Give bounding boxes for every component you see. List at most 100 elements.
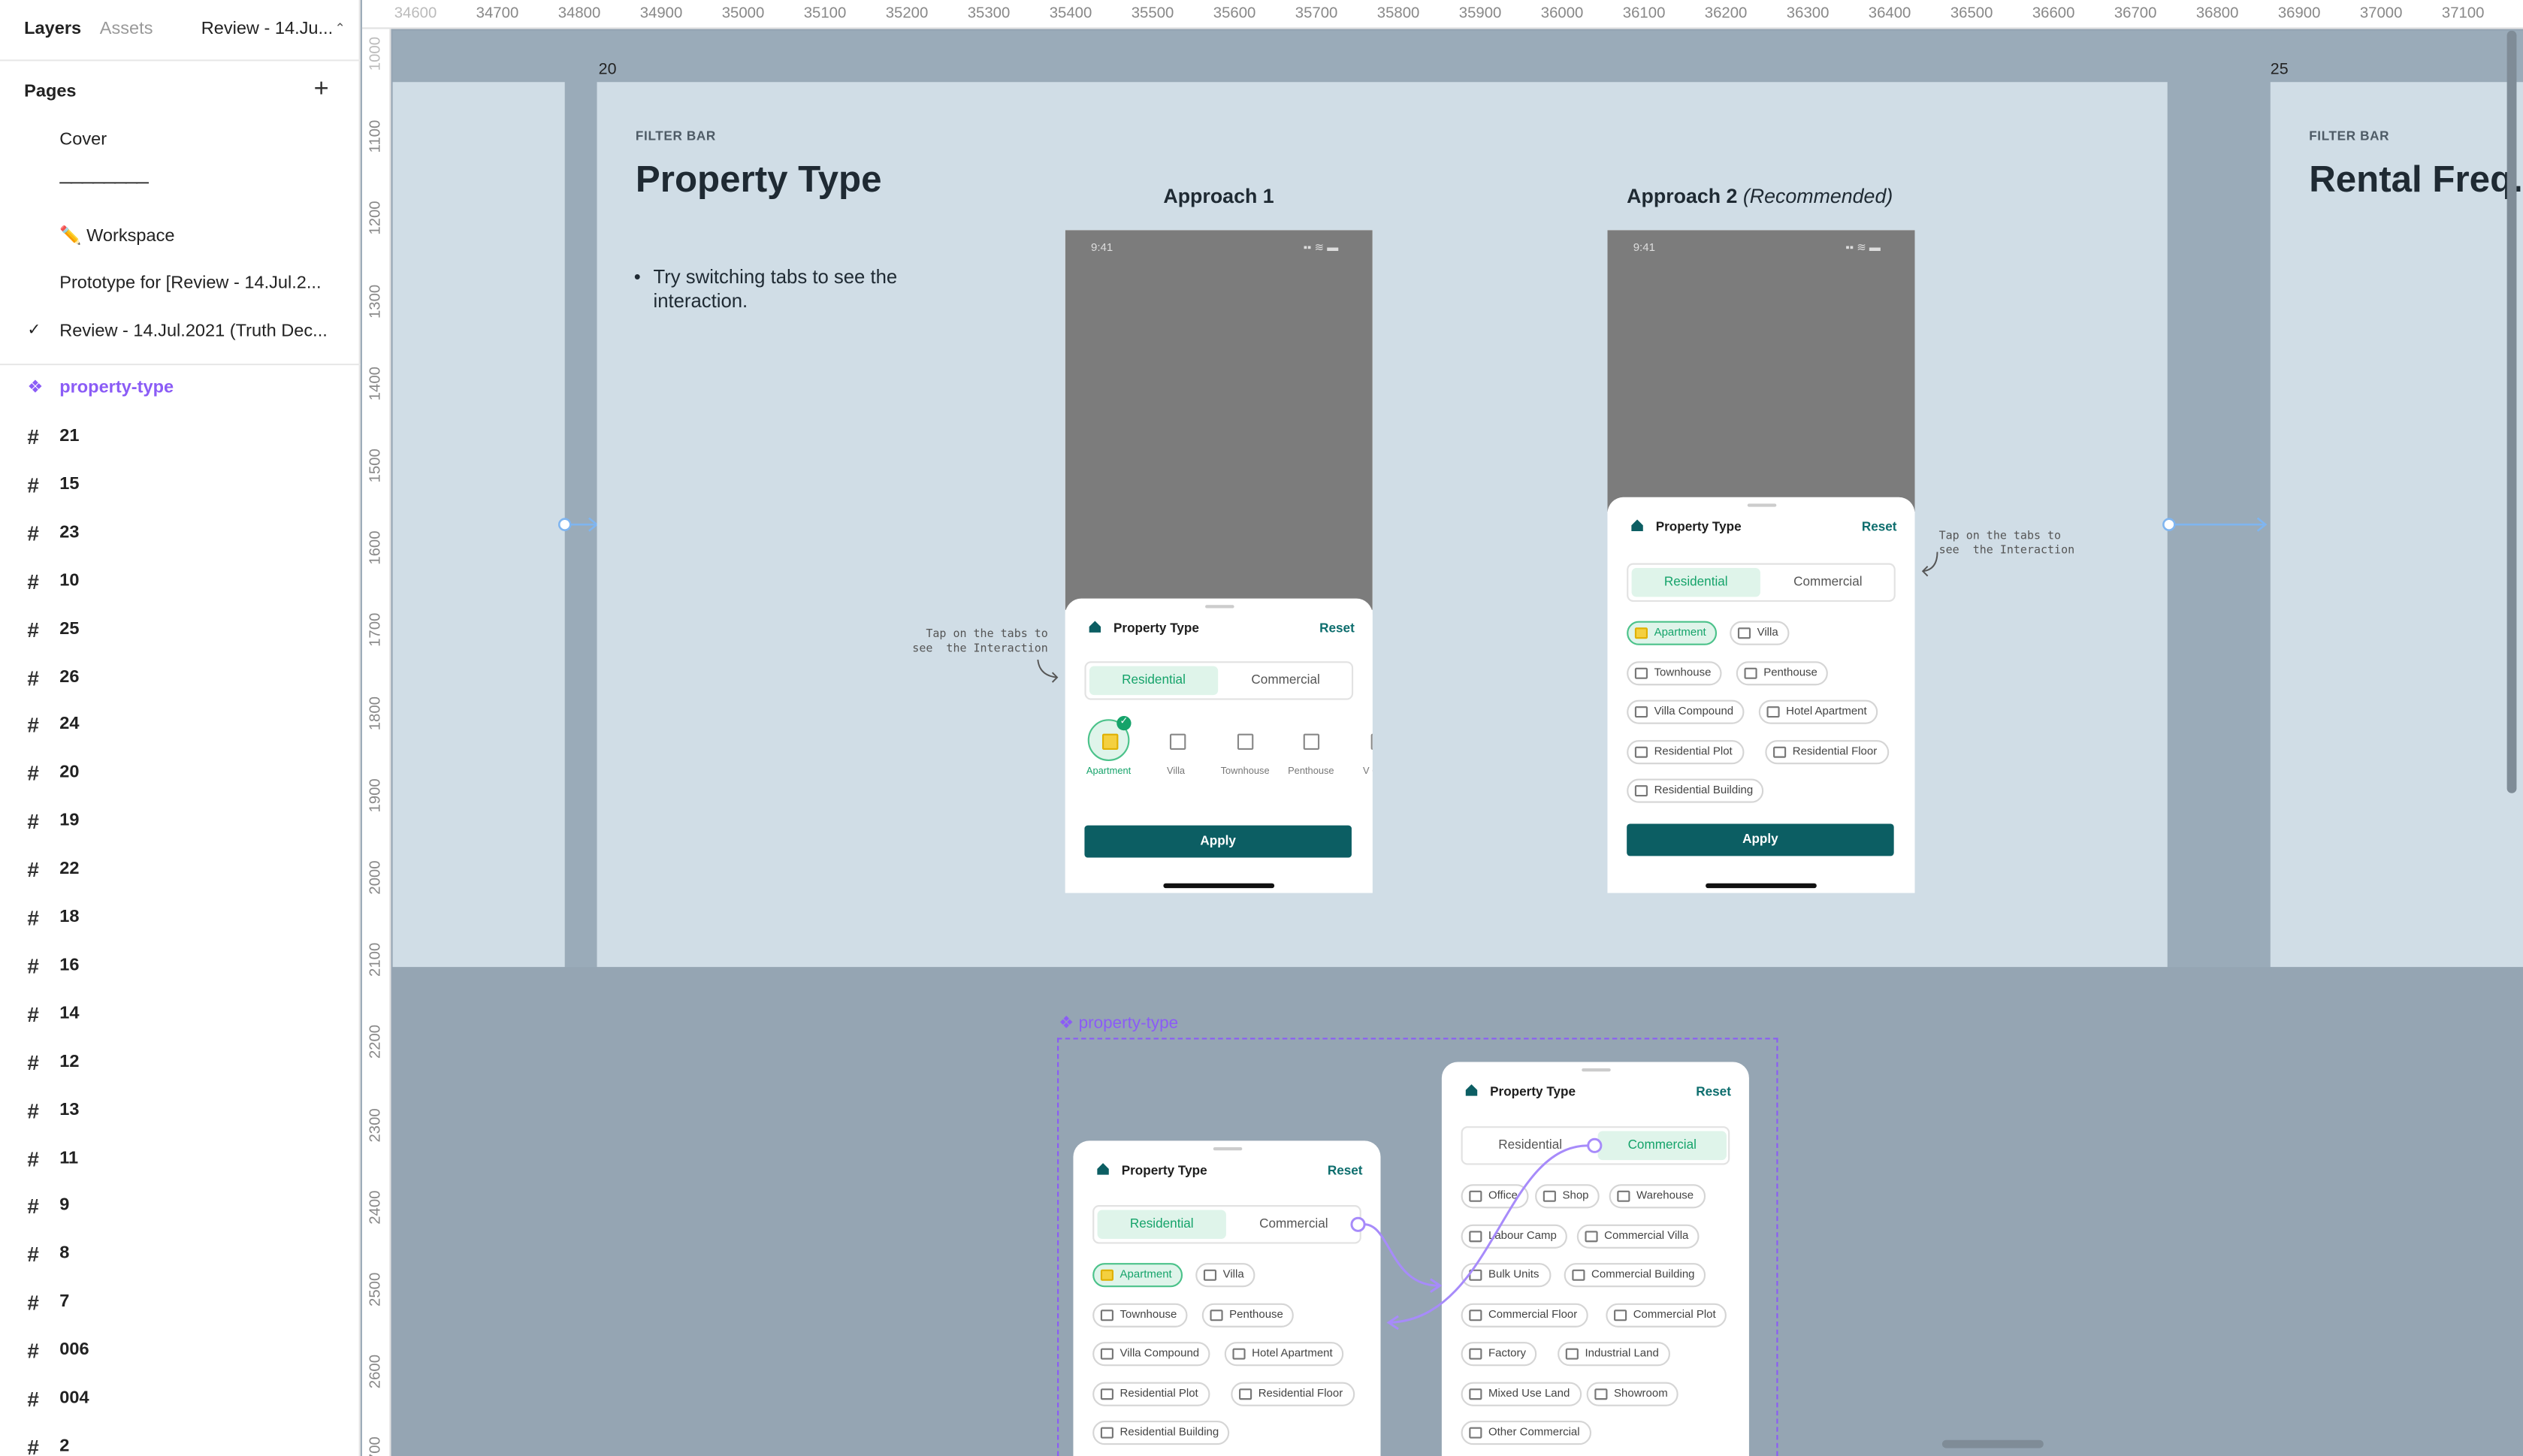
property-type-chip[interactable]: Residential Plot — [1092, 1381, 1210, 1406]
layer-frame[interactable]: #23 — [0, 516, 361, 548]
property-type-option[interactable]: V Com — [1355, 719, 1373, 777]
property-type-chip[interactable]: Residential Plot — [1627, 739, 1744, 764]
property-type-chip[interactable]: Penthouse — [1736, 660, 1829, 685]
grab-handle[interactable] — [1582, 1068, 1611, 1072]
property-type-option[interactable]: Penthouse — [1288, 719, 1334, 777]
property-type-chip[interactable]: Residential Building — [1092, 1421, 1231, 1445]
layer-frame[interactable]: #15 — [0, 468, 361, 500]
reset-button[interactable]: Reset — [1696, 1084, 1731, 1098]
tab-commercial[interactable]: Commercial — [1763, 568, 1892, 597]
tab-layers[interactable]: Layers — [24, 20, 81, 39]
reset-button[interactable]: Reset — [1319, 621, 1355, 636]
layer-frame[interactable]: #13 — [0, 1093, 361, 1125]
component-set-label[interactable]: ❖ property-type — [1059, 1013, 1178, 1033]
layer-frame[interactable]: #12 — [0, 1045, 361, 1077]
ruler-tick: 2700 — [367, 1436, 385, 1456]
reset-button[interactable]: Reset — [1862, 520, 1897, 534]
layer-component-property-type[interactable]: ❖ property-type — [0, 372, 361, 404]
frame-previous[interactable] — [392, 82, 565, 968]
property-type-chip[interactable]: Commercial Plot — [1606, 1302, 1727, 1327]
property-type-chip[interactable]: Showroom — [1586, 1381, 1679, 1406]
add-page-icon[interactable]: + — [314, 77, 329, 102]
apply-button[interactable]: Apply — [1627, 823, 1894, 856]
prototype-link-icon[interactable] — [2158, 512, 2271, 537]
frame-icon: # — [27, 1146, 39, 1171]
page-cover[interactable]: Cover — [59, 130, 107, 150]
property-type-option[interactable]: Townhouse — [1221, 719, 1270, 777]
property-type-chip[interactable]: Apartment — [1092, 1263, 1183, 1288]
frame-label[interactable]: 20 — [599, 61, 617, 79]
page-review-current[interactable]: Review - 14.Jul.2021 (Truth Dec... — [59, 322, 328, 341]
property-type-chip[interactable]: Townhouse — [1092, 1302, 1189, 1327]
property-type-chip[interactable]: Hotel Apartment — [1224, 1342, 1344, 1367]
interaction-connector[interactable] — [1342, 1125, 1615, 1334]
property-type-chip[interactable]: Residential Floor — [1765, 739, 1889, 764]
frame-rental-frequency[interactable]: FILTER BAR Rental Freq... — [2270, 82, 2523, 968]
tab-commercial[interactable]: Commercial — [1229, 1210, 1358, 1239]
vertical-scrollbar[interactable] — [2506, 30, 2517, 793]
tab-commercial[interactable]: Commercial — [1221, 666, 1349, 696]
page-prototype[interactable]: Prototype for [Review - 14.Jul.2... — [59, 273, 321, 293]
horizontal-scrollbar[interactable] — [1941, 1439, 2044, 1448]
grab-handle[interactable] — [1205, 605, 1234, 609]
property-type-chip[interactable]: Villa Compound — [1092, 1342, 1211, 1367]
property-type-chip[interactable]: Penthouse — [1201, 1302, 1295, 1327]
layer-frame[interactable]: #25 — [0, 612, 361, 645]
layer-frame[interactable]: #11 — [0, 1141, 361, 1174]
property-type-chip[interactable]: Other Commercial — [1461, 1421, 1591, 1445]
property-type-chip[interactable]: Residential Floor — [1231, 1381, 1355, 1406]
grab-handle[interactable] — [1747, 503, 1777, 507]
property-type-chip[interactable]: Warehouse — [1609, 1184, 1706, 1209]
layer-frame[interactable]: #21 — [0, 420, 361, 452]
property-type-chip[interactable]: Residential Building — [1627, 778, 1765, 803]
layer-frame[interactable]: #20 — [0, 757, 361, 789]
tab-residential[interactable]: Residential — [1089, 666, 1219, 696]
frame-icon: # — [27, 1001, 39, 1026]
variant-residential[interactable]: Property Type Reset Residential Commerci… — [1073, 1140, 1381, 1456]
check-icon: ✓ — [27, 322, 41, 340]
property-type-chip[interactable]: Villa — [1195, 1263, 1255, 1288]
property-type-chip[interactable]: Villa Compound — [1627, 699, 1745, 724]
property-type-chip[interactable]: Factory — [1461, 1342, 1537, 1367]
property-type-chip[interactable]: Apartment — [1627, 621, 1718, 645]
layer-frame[interactable]: #19 — [0, 805, 361, 837]
layer-frame[interactable]: #8 — [0, 1238, 361, 1270]
layer-frame[interactable]: #24 — [0, 708, 361, 741]
layer-frame[interactable]: #7 — [0, 1286, 361, 1319]
layer-frame[interactable]: #9 — [0, 1189, 361, 1222]
page-divider[interactable]: ──────── — [59, 174, 149, 193]
property-type-chip[interactable]: Industrial Land — [1558, 1342, 1670, 1367]
frame-label[interactable]: 25 — [2271, 61, 2289, 79]
phone-approach2[interactable]: 9:41 ▪▪ ≋ ▬ Property Type Reset Resident… — [1607, 230, 1915, 893]
property-type-chip[interactable]: Hotel Apartment — [1758, 699, 1878, 724]
property-type-option[interactable]: Villa — [1153, 719, 1198, 777]
property-type-chip[interactable]: Mixed Use Land — [1461, 1381, 1582, 1406]
property-type-option[interactable]: ✓ Apartment — [1086, 716, 1132, 777]
frame-property-type[interactable]: FILTER BAR Property Type • Try switching… — [597, 82, 2168, 968]
layer-frame[interactable]: #14 — [0, 997, 361, 1029]
layer-frame[interactable]: #2 — [0, 1430, 361, 1456]
chevron-up-icon[interactable]: ⌃ — [334, 21, 345, 35]
layer-frame[interactable]: #22 — [0, 853, 361, 885]
layer-label: 25 — [59, 618, 80, 639]
layer-frame[interactable]: #18 — [0, 901, 361, 933]
property-type-chip[interactable]: Villa — [1730, 621, 1790, 645]
page-selector[interactable]: Review - 14.Ju... — [201, 20, 333, 39]
frame-icon: # — [27, 1194, 39, 1219]
layer-frame[interactable]: #006 — [0, 1334, 361, 1367]
grab-handle[interactable] — [1213, 1146, 1243, 1151]
tab-residential[interactable]: Residential — [1631, 567, 1760, 597]
layer-frame[interactable]: #26 — [0, 660, 361, 693]
tab-commercial[interactable]: Commercial — [1597, 1131, 1727, 1161]
property-type-chip[interactable]: Townhouse — [1627, 660, 1723, 685]
page-workspace[interactable]: ✏️ Workspace — [59, 225, 174, 246]
layer-frame[interactable]: #10 — [0, 564, 361, 597]
layer-frame[interactable]: #16 — [0, 949, 361, 981]
prototype-link-icon[interactable] — [554, 512, 602, 537]
apply-button[interactable]: Apply — [1084, 825, 1352, 858]
tab-residential[interactable]: Residential — [1097, 1210, 1226, 1240]
tab-assets[interactable]: Assets — [100, 20, 153, 39]
canvas[interactable]: 20 FILTER BAR Property Type • Try switch… — [392, 30, 2523, 1456]
layer-frame[interactable]: #004 — [0, 1382, 361, 1415]
phone-approach1[interactable]: 9:41 ▪▪ ≋ ▬ Property Type Reset Resident… — [1065, 230, 1373, 893]
